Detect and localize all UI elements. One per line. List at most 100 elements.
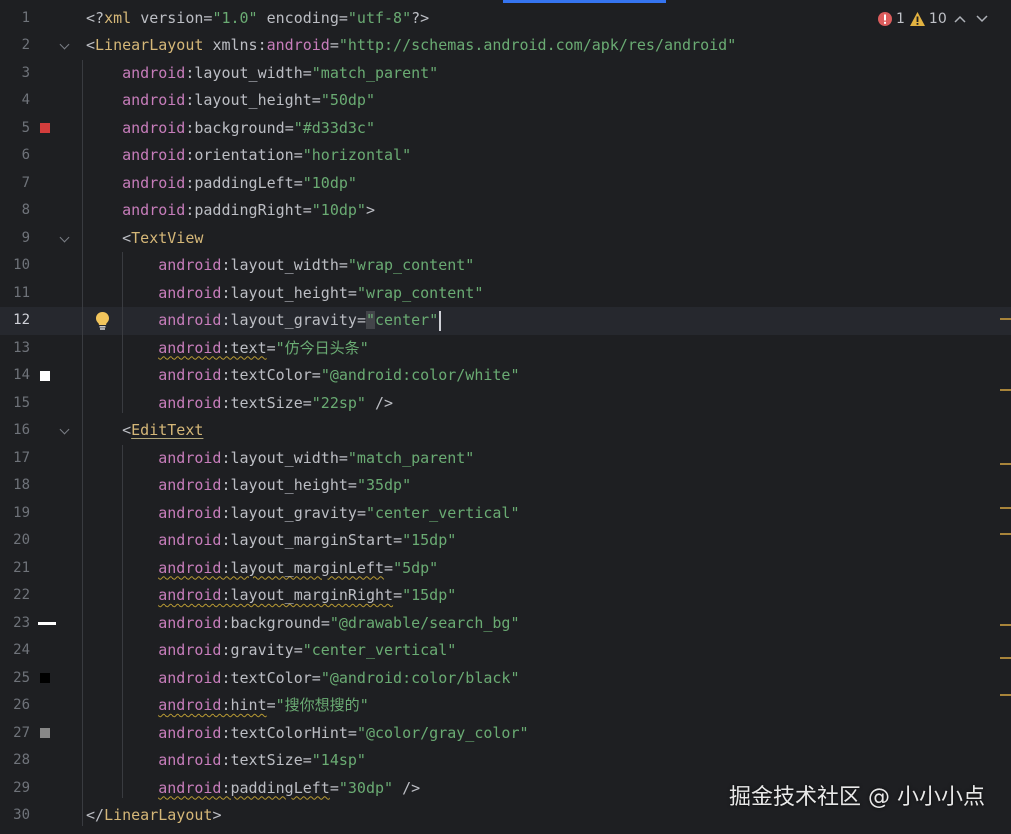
code-line[interactable]: 8 android:paddingRight="10dp"> bbox=[0, 197, 1011, 225]
line-number[interactable]: 26 bbox=[0, 692, 30, 720]
code-text[interactable]: android:text="仿今日头条" bbox=[86, 335, 368, 363]
line-number[interactable]: 17 bbox=[0, 445, 30, 473]
code-text[interactable]: android:layout_height="wrap_content" bbox=[86, 280, 483, 308]
code-line[interactable]: 27 android:textColorHint="@color/gray_co… bbox=[0, 720, 1011, 748]
code-text[interactable]: android:paddingLeft="10dp" bbox=[86, 170, 357, 198]
error-count[interactable]: 1 bbox=[877, 11, 905, 27]
line-number[interactable]: 13 bbox=[0, 335, 30, 363]
line-number[interactable]: 8 bbox=[0, 197, 30, 225]
code-line[interactable]: 21 android:layout_marginLeft="5dp" bbox=[0, 555, 1011, 583]
code-line[interactable]: 19 android:layout_gravity="center_vertic… bbox=[0, 500, 1011, 528]
code-line[interactable]: 5 android:background="#d33d3c" bbox=[0, 115, 1011, 143]
code-text[interactable]: <?xml version="1.0" encoding="utf-8"?> bbox=[86, 5, 429, 33]
color-preview-swatch[interactable] bbox=[38, 622, 56, 626]
color-preview-swatch[interactable] bbox=[40, 728, 50, 739]
line-number[interactable]: 6 bbox=[0, 142, 30, 170]
fold-chevron-icon[interactable] bbox=[59, 39, 70, 50]
code-text[interactable]: android:layout_gravity="center" bbox=[86, 307, 442, 335]
fold-chevron-icon[interactable] bbox=[59, 424, 70, 435]
line-number[interactable]: 1 bbox=[0, 5, 30, 33]
fold-chevron-icon[interactable] bbox=[59, 232, 70, 242]
code-line[interactable]: 10 android:layout_width="wrap_content" bbox=[0, 252, 1011, 280]
code-text[interactable]: android:layout_width="match_parent" bbox=[86, 60, 438, 88]
code-text[interactable]: android:layout_height="50dp" bbox=[86, 87, 375, 115]
line-number[interactable]: 25 bbox=[0, 665, 30, 693]
code-text[interactable]: android:hint="搜你想搜的" bbox=[86, 692, 368, 720]
line-number[interactable]: 7 bbox=[0, 170, 30, 198]
code-line[interactable]: 20 android:layout_marginStart="15dp" bbox=[0, 527, 1011, 555]
lightbulb-icon[interactable] bbox=[94, 311, 111, 331]
color-preview-swatch[interactable] bbox=[40, 123, 50, 134]
warning-stripe-mark[interactable] bbox=[1000, 694, 1011, 696]
line-number[interactable]: 2 bbox=[0, 32, 30, 60]
code-text[interactable]: android:layout_marginLeft="5dp" bbox=[86, 555, 438, 583]
line-number[interactable]: 4 bbox=[0, 87, 30, 115]
line-number[interactable]: 15 bbox=[0, 390, 30, 418]
code-text[interactable]: android:textColor="@android:color/white" bbox=[86, 362, 519, 390]
code-text[interactable]: <TextView bbox=[86, 225, 203, 253]
code-line[interactable]: 14 android:textColor="@android:color/whi… bbox=[0, 362, 1011, 390]
code-line[interactable]: 18 android:layout_height="35dp" bbox=[0, 472, 1011, 500]
code-line[interactable]: 6 android:orientation="horizontal" bbox=[0, 142, 1011, 170]
code-line[interactable]: 23 android:background="@drawable/search_… bbox=[0, 610, 1011, 638]
line-number[interactable]: 9 bbox=[0, 225, 30, 253]
line-number[interactable]: 23 bbox=[0, 610, 30, 638]
code-line[interactable]: 3 android:layout_width="match_parent" bbox=[0, 60, 1011, 88]
code-line[interactable]: 13 android:text="仿今日头条" bbox=[0, 335, 1011, 363]
code-text[interactable]: android:layout_gravity="center_vertical" bbox=[86, 500, 519, 528]
error-stripe[interactable] bbox=[999, 0, 1011, 834]
warning-stripe-mark[interactable] bbox=[1000, 657, 1011, 659]
warning-stripe-mark[interactable] bbox=[1000, 507, 1011, 509]
line-number[interactable]: 11 bbox=[0, 280, 30, 308]
code-text[interactable]: android:layout_width="match_parent" bbox=[86, 445, 474, 473]
line-number[interactable]: 18 bbox=[0, 472, 30, 500]
code-text[interactable]: android:layout_marginStart="15dp" bbox=[86, 527, 456, 555]
inspection-widget[interactable]: 1 10 bbox=[877, 6, 1011, 32]
line-number[interactable]: 5 bbox=[0, 115, 30, 143]
line-number[interactable]: 10 bbox=[0, 252, 30, 280]
code-line[interactable]: 2 <LinearLayout xmlns:android="http://sch… bbox=[0, 32, 1011, 60]
line-number[interactable]: 30 bbox=[0, 802, 30, 830]
warning-stripe-mark[interactable] bbox=[1000, 389, 1011, 391]
code-text[interactable]: android:layout_height="35dp" bbox=[86, 472, 411, 500]
line-number[interactable]: 27 bbox=[0, 720, 30, 748]
warning-stripe-mark[interactable] bbox=[1000, 463, 1011, 465]
code-text[interactable]: android:textColor="@android:color/black" bbox=[86, 665, 519, 693]
code-text[interactable]: android:layout_marginRight="15dp" bbox=[86, 582, 456, 610]
code-line[interactable]: 26 android:hint="搜你想搜的" bbox=[0, 692, 1011, 720]
code-line[interactable]: 7 android:paddingLeft="10dp" bbox=[0, 170, 1011, 198]
code-line[interactable]: 28 android:textSize="14sp" bbox=[0, 747, 1011, 775]
line-number[interactable]: 20 bbox=[0, 527, 30, 555]
warning-count[interactable]: 10 bbox=[909, 11, 947, 27]
line-number[interactable]: 22 bbox=[0, 582, 30, 610]
code-text[interactable]: <LinearLayout xmlns:android="http://sche… bbox=[86, 32, 736, 60]
warning-stripe-mark[interactable] bbox=[1000, 318, 1011, 320]
code-text[interactable]: </LinearLayout> bbox=[86, 802, 221, 830]
code-text[interactable]: <EditText bbox=[86, 417, 203, 445]
code-text[interactable]: android:paddingLeft="30dp" /> bbox=[86, 775, 420, 803]
code-text[interactable]: android:textSize="22sp" /> bbox=[86, 390, 393, 418]
line-number[interactable]: 16 bbox=[0, 417, 30, 445]
code-text[interactable]: android:layout_width="wrap_content" bbox=[86, 252, 474, 280]
code-line[interactable]: 25 android:textColor="@android:color/bla… bbox=[0, 665, 1011, 693]
line-number[interactable]: 3 bbox=[0, 60, 30, 88]
code-text[interactable]: android:background="@drawable/search_bg" bbox=[86, 610, 519, 638]
code-text[interactable]: android:paddingRight="10dp"> bbox=[86, 197, 375, 225]
code-line[interactable]: 4 android:layout_height="50dp" bbox=[0, 87, 1011, 115]
code-line[interactable]: 11 android:layout_height="wrap_content" bbox=[0, 280, 1011, 308]
next-highlight-button[interactable] bbox=[973, 10, 991, 28]
line-number[interactable]: 19 bbox=[0, 500, 30, 528]
line-number[interactable]: 28 bbox=[0, 747, 30, 775]
code-line[interactable]: 1 <?xml version="1.0" encoding="utf-8"?> bbox=[0, 5, 1011, 33]
code-text[interactable]: android:textSize="14sp" bbox=[86, 747, 366, 775]
line-number[interactable]: 24 bbox=[0, 637, 30, 665]
warning-stripe-mark[interactable] bbox=[1000, 533, 1011, 535]
code-text[interactable]: android:gravity="center_vertical" bbox=[86, 637, 456, 665]
code-text[interactable]: android:background="#d33d3c" bbox=[86, 115, 375, 143]
code-line[interactable]: 9 <TextView bbox=[0, 225, 1011, 253]
line-number[interactable]: 12 bbox=[0, 307, 30, 335]
color-preview-swatch[interactable] bbox=[40, 673, 50, 684]
code-line[interactable]: 16 <EditText bbox=[0, 417, 1011, 445]
code-text[interactable]: android:orientation="horizontal" bbox=[86, 142, 411, 170]
code-text[interactable]: android:textColorHint="@color/gray_color… bbox=[86, 720, 528, 748]
